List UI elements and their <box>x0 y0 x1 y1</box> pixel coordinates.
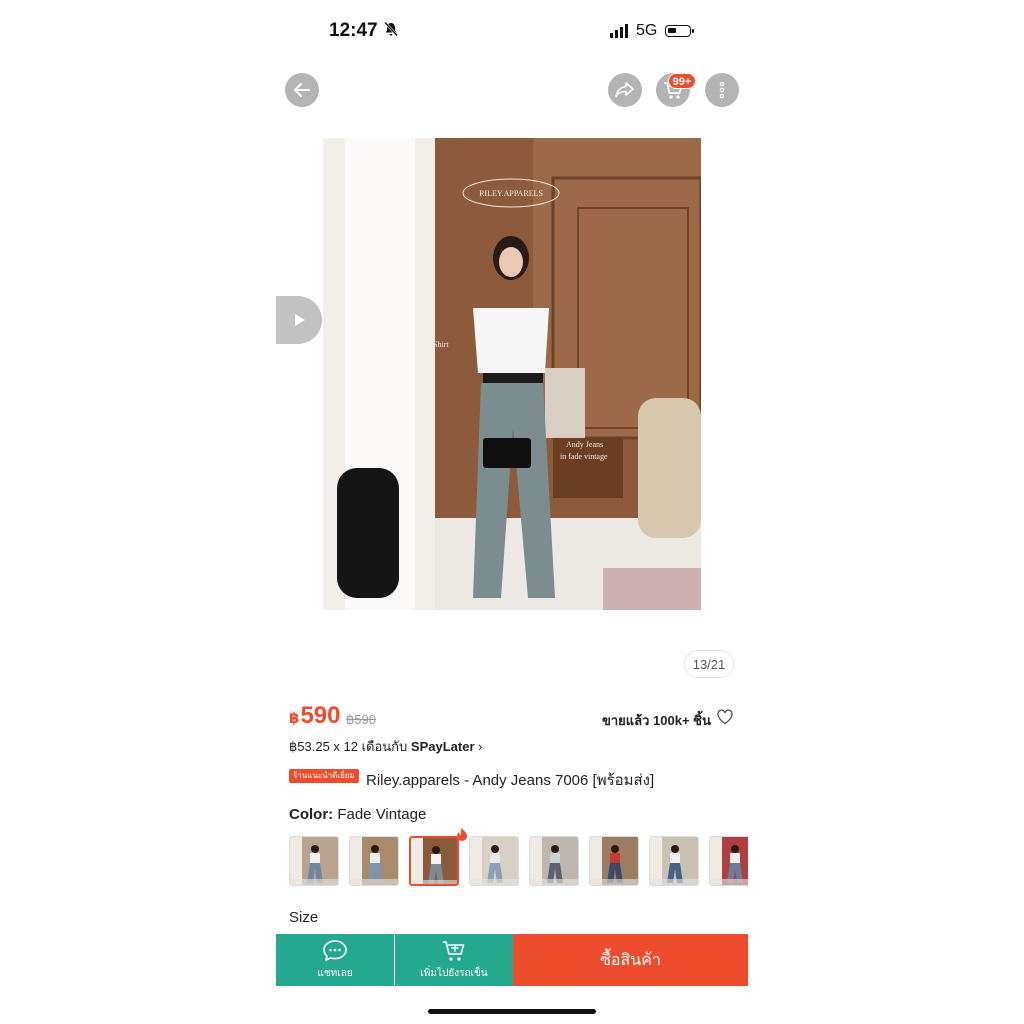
sold-count: ขายแล้ว 100k+ ชิ้น <box>602 713 711 728</box>
installment-text: ฿53.25 x 12 เดือนกับ <box>289 739 411 754</box>
add-to-cart-button[interactable]: เพิ่มไปยังรถเข็น <box>395 934 513 986</box>
cart-badge: 99+ <box>668 73 696 89</box>
watermark-text: RILEY.APPARELS <box>479 189 543 198</box>
variant-thumbnail-image <box>470 837 518 885</box>
variant-thumbnail[interactable] <box>289 836 339 886</box>
product-photo-illustration: RILEY.APPARELS Shirt Andy Jeans in fade … <box>323 138 701 610</box>
fire-icon <box>457 828 467 841</box>
heart-icon <box>717 709 733 725</box>
buy-now-label: ซื้อสินค้า <box>600 951 661 969</box>
variant-thumbnail-image <box>350 837 398 885</box>
chat-button-label: แชทเลย <box>317 968 353 979</box>
status-time: 12:47 <box>329 20 399 42</box>
variant-thumbnail-image <box>650 837 698 885</box>
buy-now-button[interactable]: ซื้อสินค้า <box>513 934 748 986</box>
chat-icon <box>323 940 347 961</box>
color-selection-label: Color: Fade Vintage <box>289 806 426 823</box>
jeans-note-1: Andy Jeans <box>566 440 603 449</box>
home-indicator <box>428 1009 596 1014</box>
arrow-left-icon <box>294 83 310 97</box>
back-button[interactable] <box>285 73 319 107</box>
original-price: ฿590 <box>346 712 376 727</box>
color-key: Color: <box>289 806 334 823</box>
status-indicators: 5G <box>610 22 695 40</box>
variant-thumbnail[interactable] <box>709 836 748 886</box>
preferred-shop-badge: ร้านแนะนำดีเยี่ยม <box>289 769 359 783</box>
image-counter: 13/21 <box>684 650 734 678</box>
share-button[interactable] <box>608 73 642 107</box>
variant-thumbnail-image <box>590 837 638 885</box>
variant-thumbnail[interactable] <box>349 836 399 886</box>
chevron-right-icon: › <box>478 739 483 754</box>
signal-icon <box>610 24 628 38</box>
more-vertical-icon <box>719 81 725 99</box>
share-icon <box>615 82 634 98</box>
more-button[interactable] <box>705 73 739 107</box>
variant-thumbnail[interactable] <box>529 836 579 886</box>
phone-screen: 12:47 5G 99+ RILEY.APPARELS Shirt Andy J… <box>276 0 748 1024</box>
jeans-note-2: in fade vintage <box>560 452 608 461</box>
battery-icon <box>665 25 695 37</box>
shirt-note: Shirt <box>433 340 449 349</box>
size-label: Size <box>289 909 319 926</box>
network-label: 5G <box>636 22 658 39</box>
variant-thumbnail[interactable] <box>409 836 459 886</box>
play-video-button[interactable] <box>276 296 322 344</box>
variant-thumbnail-image <box>530 837 578 885</box>
variant-thumbnails <box>289 834 748 888</box>
like-button[interactable] <box>716 708 734 731</box>
color-value: Fade Vintage <box>333 806 427 823</box>
add-to-cart-icon <box>443 941 465 961</box>
chat-button[interactable]: แชทเลย <box>276 934 394 986</box>
price: ฿ 590 <box>289 702 340 730</box>
product-image[interactable]: RILEY.APPARELS Shirt Andy Jeans in fade … <box>323 138 701 610</box>
installment-info[interactable]: ฿53.25 x 12 เดือนกับ SPayLater › <box>289 736 482 757</box>
add-to-cart-label: เพิ่มไปยังรถเข็น <box>420 968 488 979</box>
variant-thumbnail[interactable] <box>589 836 639 886</box>
spaylater-label: SPayLater <box>410 739 475 754</box>
price-currency: ฿ <box>289 710 300 727</box>
play-icon <box>295 314 305 326</box>
variant-thumbnail-image <box>411 838 457 884</box>
variant-thumbnail[interactable] <box>469 836 519 886</box>
bottom-action-bar: แชทเลย เพิ่มไปยังรถเข็น ซื้อสินค้า <box>276 934 748 986</box>
price-value: 590 <box>300 702 341 729</box>
product-title: Riley.apparels - Andy Jeans 7006 [พร้อมส… <box>366 772 655 789</box>
variant-thumbnail[interactable] <box>649 836 699 886</box>
variant-thumbnail-image <box>710 837 748 885</box>
bell-muted-icon <box>383 21 398 37</box>
variant-thumbnail-image <box>290 837 338 885</box>
